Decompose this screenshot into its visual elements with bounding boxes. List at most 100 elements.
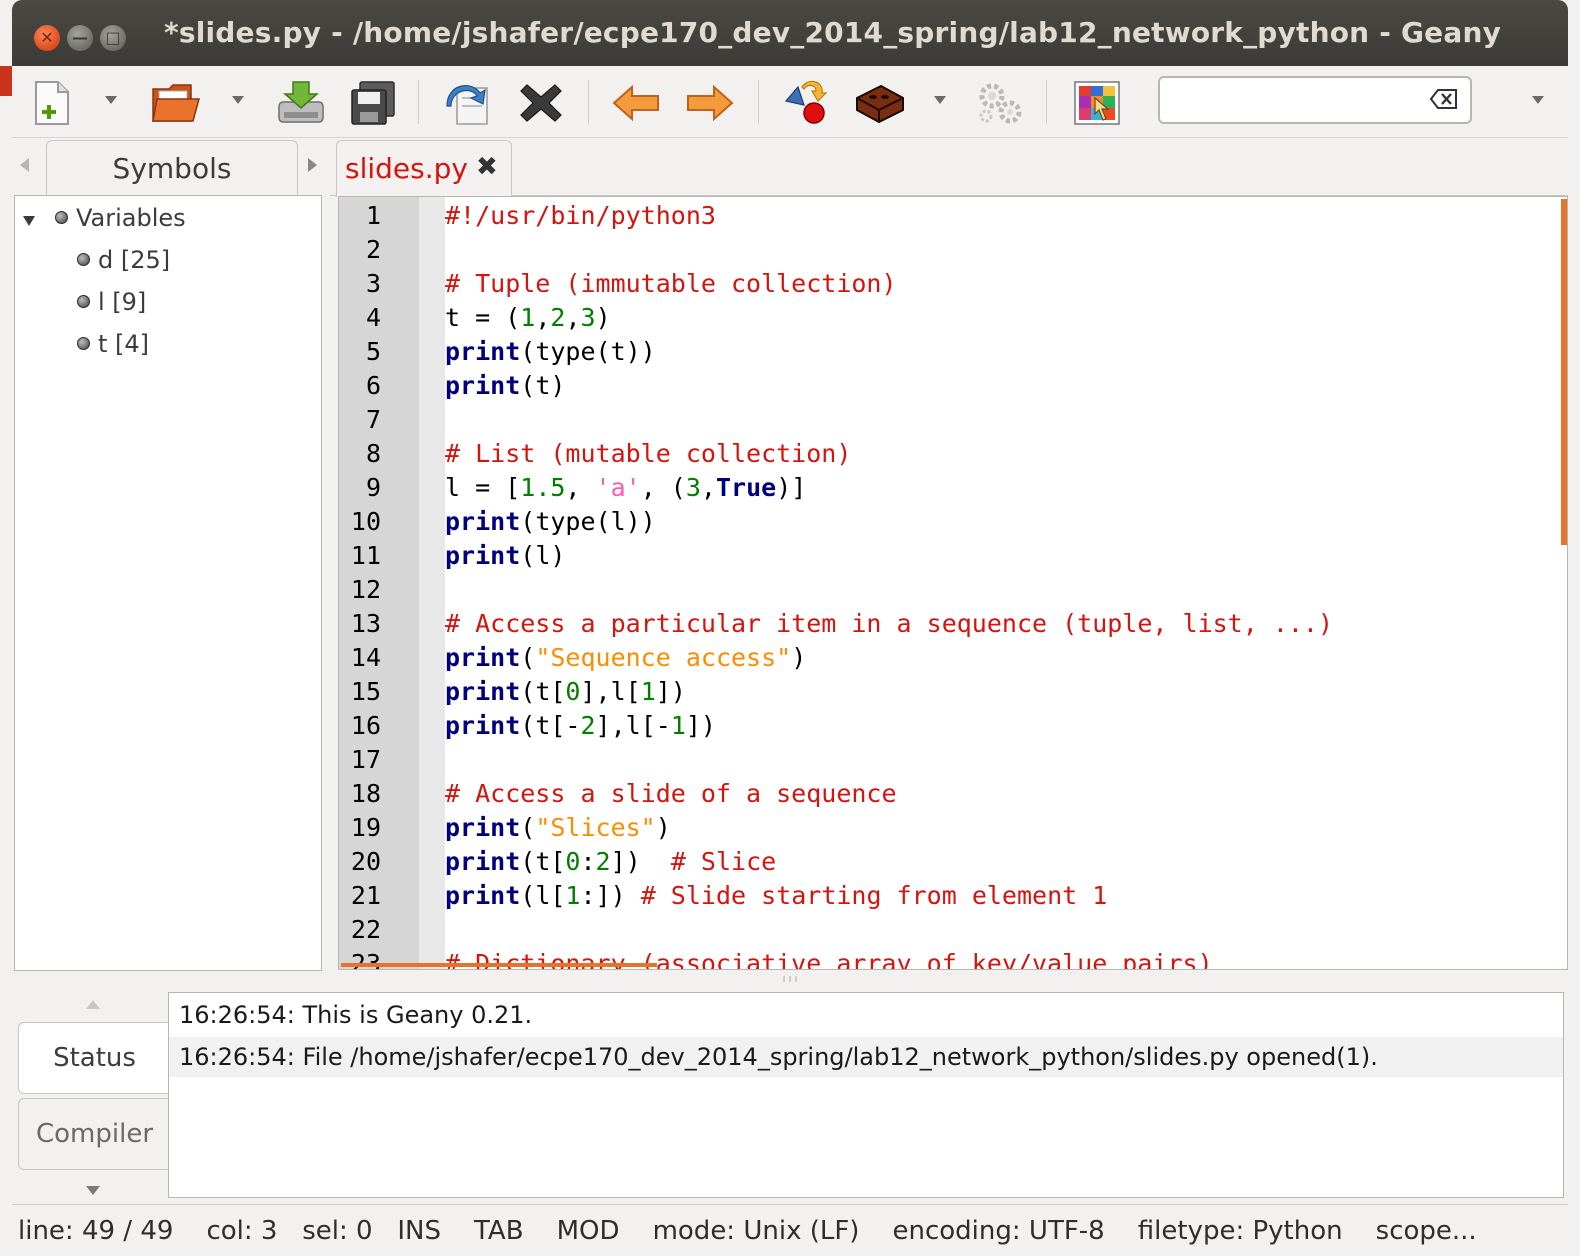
code-token: (l[ <box>520 881 566 910</box>
code-token: 3 <box>580 303 596 332</box>
variable-icon <box>77 252 90 266</box>
save-button[interactable] <box>274 78 328 128</box>
tree-item[interactable]: t [4] <box>77 330 149 358</box>
close-tab-icon[interactable]: ✖ <box>476 152 498 182</box>
open-file-dropdown[interactable] <box>232 96 244 104</box>
code-line[interactable]: 15 print(t[0],l[1]) <box>339 675 1567 709</box>
toolbar-overflow-dropdown[interactable] <box>1532 96 1544 104</box>
tree-item-label: l [9] <box>98 288 147 316</box>
code-line[interactable]: 16 print(t[-2],l[-1]) <box>339 709 1567 743</box>
tree-item[interactable]: l [9] <box>77 288 146 316</box>
code-line[interactable]: 1 #!/usr/bin/python3 <box>339 199 1567 233</box>
revert-button[interactable] <box>442 78 496 128</box>
status-message-list[interactable]: 16:26:54: This is Geany 0.21. 16:26:54: … <box>168 992 1564 1198</box>
line-number: 3 <box>365 269 381 298</box>
code-token: # Access a particular item in a sequence… <box>445 609 1334 638</box>
code-token: (t[ <box>520 847 566 876</box>
tab-scroll-right-icon[interactable] <box>308 158 317 172</box>
code-token: l = [ <box>445 473 521 502</box>
close-file-button[interactable] <box>516 78 566 128</box>
code-token: 2 <box>595 847 611 876</box>
navigate-forward-button[interactable] <box>682 78 736 128</box>
line-number: 19 <box>350 813 381 842</box>
new-file-dropdown[interactable] <box>105 96 117 104</box>
tab-scroll-left-icon[interactable] <box>20 158 29 172</box>
code-token: ]) <box>610 847 671 876</box>
toolbar-separator <box>758 80 759 124</box>
search-input[interactable] <box>1158 76 1472 124</box>
code-token: print <box>445 643 521 672</box>
code-line[interactable]: 6 print(t) <box>339 369 1567 403</box>
code-line[interactable]: 3 # Tuple (immutable collection) <box>339 267 1567 301</box>
window-maximize-button[interactable]: □ <box>100 25 126 51</box>
tree-item[interactable]: d [25] <box>77 246 170 274</box>
code-token: , <box>535 303 551 332</box>
code-line[interactable]: 14 print("Sequence access") <box>339 641 1567 675</box>
code-line[interactable]: 10 print(type(l)) <box>339 505 1567 539</box>
editor-notebook-tabs: slides.py ✖ <box>330 140 1568 197</box>
code-line[interactable]: 21 print(l[1:]) # Slide starting from ele… <box>339 879 1567 913</box>
code-line[interactable]: 5 print(type(t)) <box>339 335 1567 369</box>
code-token: :]) <box>580 881 641 910</box>
code-line[interactable]: 9l = [1.5, 'a', (3,True)] <box>339 471 1567 505</box>
code-text: # Tuple (immutable collection) <box>445 267 897 301</box>
code-line[interactable]: 18 # Access a slide of a sequence <box>339 777 1567 811</box>
code-line[interactable]: 20 print(t[0:2]) # Slice <box>339 845 1567 879</box>
code-line[interactable]: 17 <box>339 743 1567 777</box>
line-number: 5 <box>365 337 381 366</box>
message-tabs-scroll-up-icon[interactable] <box>86 1000 100 1009</box>
tab-symbols[interactable]: Symbols <box>46 140 298 198</box>
code-token: print <box>445 813 521 842</box>
code-line[interactable]: 11 print(l) <box>339 539 1567 573</box>
code-token: (t) <box>520 371 566 400</box>
tree-group-label: Variables <box>76 204 186 232</box>
line-number: 16 <box>350 711 381 740</box>
code-token: 1 <box>670 711 686 740</box>
symbols-tree: Variables d [25] l [9] t [4] <box>14 195 322 971</box>
open-file-button[interactable] <box>150 78 202 128</box>
save-all-icon <box>351 81 395 125</box>
save-all-button[interactable] <box>346 78 400 128</box>
code-line[interactable]: 19 print("Slices") <box>339 811 1567 845</box>
window-close-button[interactable]: ✕ <box>34 25 60 51</box>
execute-button[interactable] <box>972 78 1026 128</box>
code-line[interactable]: 7 <box>339 403 1567 437</box>
clear-text-icon[interactable] <box>1430 88 1458 110</box>
line-number: 22 <box>350 915 381 944</box>
code-token: , ( <box>640 473 686 502</box>
line-number: 9 <box>365 473 381 502</box>
color-chooser-button[interactable] <box>1070 78 1124 128</box>
tab-slides-py[interactable]: slides.py ✖ <box>336 140 512 197</box>
code-line[interactable]: 2 <box>339 233 1567 267</box>
line-number: 1 <box>365 201 381 230</box>
code-token: print <box>445 337 521 366</box>
code-editor[interactable]: 1 #!/usr/bin/python3 2 3 # Tuple (immutable … <box>338 196 1568 970</box>
panel-splitter-grip[interactable] <box>780 974 804 986</box>
horizontal-scrollbar[interactable] <box>341 963 657 967</box>
code-line[interactable]: 4t = (1,2,3) <box>339 301 1567 335</box>
compile-button[interactable] <box>780 78 834 128</box>
build-button[interactable] <box>852 78 908 128</box>
new-file-button[interactable] <box>28 78 76 128</box>
code-token: print <box>445 677 521 706</box>
tree-item-label: t [4] <box>98 330 150 358</box>
code-line[interactable]: 13 # Access a particular item in a sequen… <box>339 607 1567 641</box>
line-number: 4 <box>365 303 381 332</box>
code-token: print <box>445 507 521 536</box>
window-minimize-button[interactable]: — <box>67 25 93 51</box>
navigate-back-button[interactable] <box>610 78 664 128</box>
tab-status[interactable]: Status <box>18 1022 170 1094</box>
tab-compiler[interactable]: Compiler <box>18 1098 170 1170</box>
code-line[interactable]: 22 <box>339 913 1567 947</box>
build-dropdown[interactable] <box>934 96 946 104</box>
expander-icon[interactable] <box>23 216 35 226</box>
code-text: print("Slices") <box>445 811 671 845</box>
code-line[interactable]: 8 # List (mutable collection) <box>339 437 1567 471</box>
line-number: 11 <box>350 541 381 570</box>
line-number: 17 <box>350 745 381 774</box>
vertical-scrollbar[interactable] <box>1561 199 1567 545</box>
code-text: print(l) <box>445 539 565 573</box>
code-token: "Sequence access" <box>535 643 792 672</box>
code-line[interactable]: 12 <box>339 573 1567 607</box>
message-tabs-scroll-down-icon[interactable] <box>86 1186 100 1195</box>
